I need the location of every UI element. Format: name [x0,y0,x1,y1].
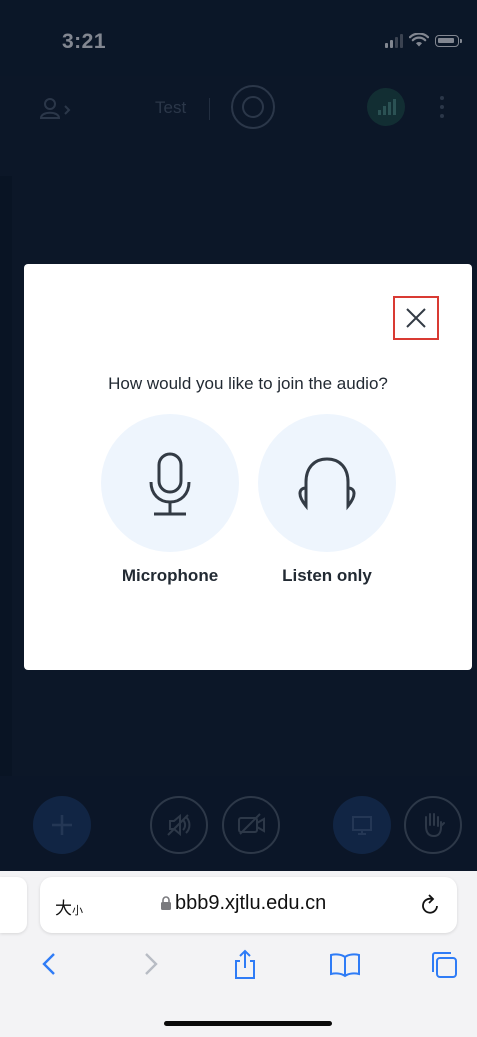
phone-screen: 3:21 Test How would you like to join the… [0,0,477,1037]
dialog-question: How would you like to join the audio? [108,374,388,393]
close-button[interactable] [393,296,439,340]
browser-toolbar [0,943,477,993]
listen-only-option[interactable]: Listen only [258,414,396,586]
bookmarks-icon[interactable] [328,949,362,979]
join-audio-dialog: How would you like to join the audio? Mi… [24,264,472,670]
back-icon[interactable] [38,949,62,979]
share-icon[interactable] [230,949,260,981]
reload-icon[interactable] [420,893,442,917]
home-indicator[interactable] [164,1021,332,1026]
microphone-icon [149,452,191,516]
lock-icon [161,896,171,910]
close-icon [406,308,426,328]
browser-chrome: 大小 bbb9.xjtlu.edu.cn [0,871,477,1037]
tabs-icon[interactable] [428,949,460,981]
listen-only-label: Listen only [282,566,372,585]
address-bar[interactable]: 大小 bbb9.xjtlu.edu.cn [40,877,457,933]
url-text: bbb9.xjtlu.edu.cn [175,892,327,914]
previous-tab-url-bar[interactable] [0,877,27,933]
forward-icon[interactable] [138,949,162,979]
microphone-label: Microphone [121,566,219,585]
listen-only-button[interactable] [258,414,396,552]
text-size-button[interactable]: 大小 [55,894,83,919]
headphones-icon [298,457,356,511]
microphone-button[interactable] [101,414,239,552]
microphone-option[interactable]: Microphone [101,414,239,586]
